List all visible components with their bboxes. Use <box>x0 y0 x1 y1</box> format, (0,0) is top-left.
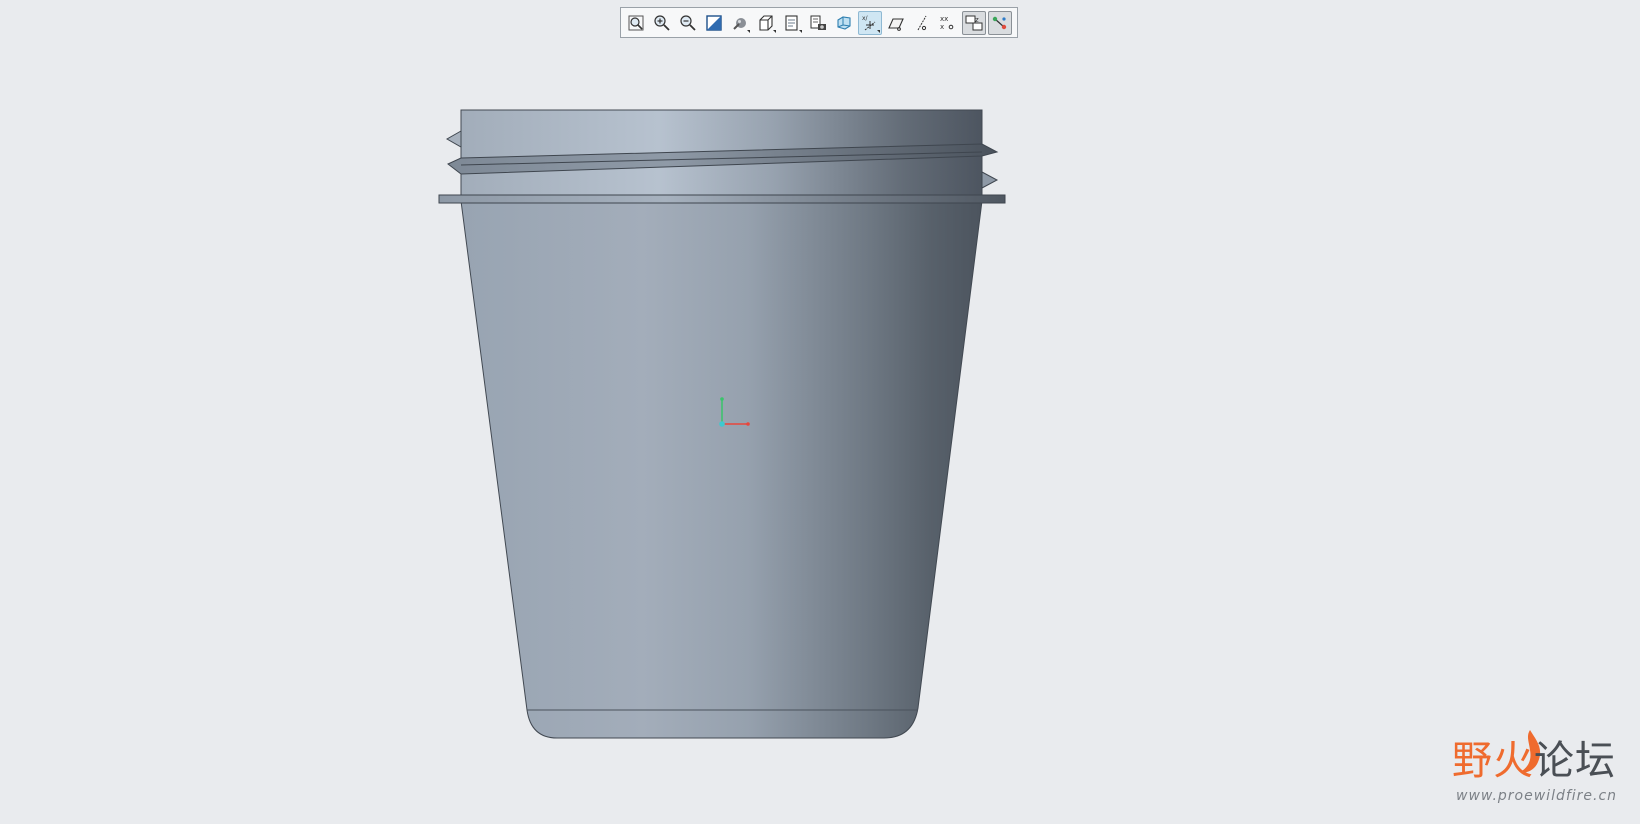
watermark-title-part1: 野火 <box>1452 738 1534 784</box>
thread-tip-left <box>445 130 462 148</box>
watermark-title: 野火论坛 <box>1452 738 1616 784</box>
cup-flange <box>438 194 1006 204</box>
cup-body <box>460 200 983 739</box>
graphics-viewport[interactable]: x/xx x z 野火论坛 www.proewildfire.cn <box>0 0 1640 824</box>
thread-tip-right <box>981 171 999 189</box>
watermark-logo: 野火论坛 www.proewildfire.cn <box>1452 730 1632 818</box>
watermark-title-part2: 论坛 <box>1534 738 1616 784</box>
watermark-url: www.proewildfire.cn <box>1456 788 1618 804</box>
cup-model[interactable] <box>0 0 1640 824</box>
